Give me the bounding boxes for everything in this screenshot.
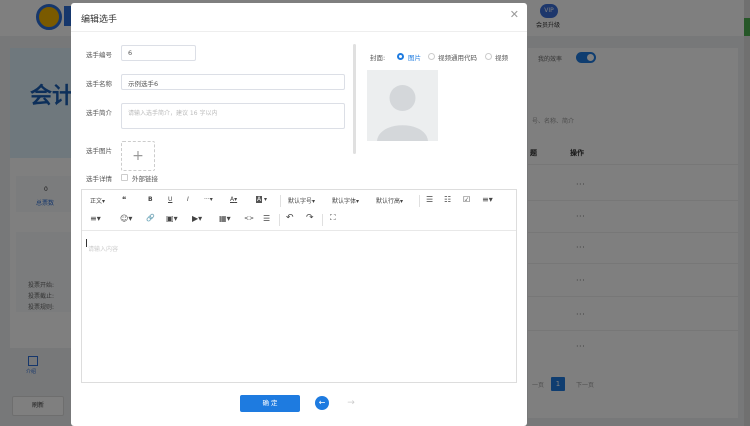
cover-option-image[interactable]: 图片 — [408, 52, 421, 62]
intro-textarea[interactable]: 请输入选手简介，建议 16 字以内 — [121, 103, 345, 129]
name-input[interactable]: 示例选手6 — [121, 74, 345, 90]
todo-list-icon[interactable]: ☑ — [463, 195, 470, 204]
form-scrollbar[interactable] — [353, 44, 356, 154]
divider-icon[interactable]: ☰ — [263, 214, 270, 223]
link-icon[interactable]: 🔗 — [146, 214, 155, 222]
number-input[interactable]: 6 — [121, 45, 196, 61]
modal-header-divider — [71, 31, 527, 32]
external-link-label[interactable]: 外部链接 — [132, 173, 158, 183]
editor-placeholder[interactable]: 请输入内容 — [88, 244, 118, 253]
align-dropdown-icon[interactable]: ≡▾ — [482, 195, 493, 204]
video-icon[interactable]: ▶▾ — [192, 214, 202, 223]
cover-option-video[interactable]: 视频 — [495, 52, 508, 62]
user-silhouette-icon — [377, 85, 428, 141]
avatar-placeholder[interactable] — [367, 70, 438, 141]
fullscreen-icon[interactable]: ⛶ — [330, 213, 336, 223]
cover-option-video-code[interactable]: 视频通用代码 — [438, 52, 477, 62]
cover-radio-image[interactable] — [397, 53, 404, 60]
toolbar-separator — [280, 195, 281, 207]
bold-icon[interactable]: B — [148, 196, 153, 203]
cover-radio-video-code[interactable] — [428, 53, 435, 60]
font-color-icon[interactable]: A▾ — [230, 196, 237, 203]
background-color-icon[interactable]: A — [256, 196, 263, 203]
image-label: 选手图片 — [86, 147, 112, 155]
rich-text-editor[interactable]: 正文▾ ❝ B U I ···▾ A▾ A ▾ 默认字号▾ 默认字体▾ 默认行高▾… — [81, 189, 517, 383]
numbered-list-icon[interactable]: ☷ — [444, 195, 451, 204]
plus-icon: + — [132, 148, 144, 164]
intro-label: 选手简介 — [86, 109, 112, 117]
toolbar-separator — [419, 195, 420, 207]
editor-toolbar-row-2: ≡▾ ☺▾ 🔗 ▣▾ ▶▾ ▦▾ <> ☰ ↶ ↷ ⛶ — [82, 210, 516, 230]
name-label: 选手名称 — [86, 80, 112, 88]
redo-icon[interactable]: ↷ — [306, 213, 314, 223]
image-upload-button[interactable]: + — [121, 141, 155, 171]
font-family-dropdown[interactable]: 默认字体▾ — [332, 196, 359, 205]
toolbar-separator — [279, 214, 280, 226]
close-icon[interactable]: ✕ — [510, 9, 519, 21]
emoji-icon[interactable]: ☺▾ — [120, 214, 132, 223]
editor-toolbar-divider — [82, 230, 516, 231]
underline-icon[interactable]: U — [168, 196, 172, 203]
edit-contestant-modal: 编辑选手 ✕ 选手编号 6 选手名称 示例选手6 选手简介 请输入选手简介，建议… — [71, 3, 527, 426]
cover-label: 封面: — [370, 54, 386, 62]
line-height-dropdown[interactable]: 默认行高▾ — [376, 196, 403, 205]
cover-radio-video[interactable] — [485, 53, 492, 60]
bullet-list-icon[interactable]: ☰ — [426, 195, 433, 204]
paragraph-format-dropdown[interactable]: 正文▾ — [90, 196, 105, 205]
external-link-checkbox[interactable] — [121, 174, 128, 181]
quote-icon[interactable]: ❝ — [122, 195, 126, 204]
confirm-button[interactable]: 确 定 — [240, 395, 300, 412]
code-icon[interactable]: <> — [244, 215, 254, 222]
font-size-dropdown[interactable]: 默认字号▾ — [288, 196, 315, 205]
modal-title: 编辑选手 — [81, 15, 118, 25]
arrow-left-icon[interactable]: ← — [315, 396, 329, 410]
detail-label: 选手详情 — [86, 175, 112, 183]
number-label: 选手编号 — [86, 51, 112, 59]
indent-dropdown-icon[interactable]: ≡▾ — [90, 214, 101, 223]
undo-icon[interactable]: ↶ — [286, 213, 294, 223]
more-format-dropdown[interactable]: ···▾ — [204, 196, 213, 203]
image-icon[interactable]: ▣▾ — [166, 214, 178, 223]
editor-toolbar-row-1: 正文▾ ❝ B U I ···▾ A▾ A ▾ 默认字号▾ 默认字体▾ 默认行高▾… — [90, 195, 493, 207]
toolbar-separator — [322, 214, 323, 226]
arrow-right-icon[interactable]: → — [344, 396, 358, 410]
table-icon[interactable]: ▦▾ — [219, 214, 231, 223]
text-caret — [86, 239, 87, 247]
italic-icon[interactable]: I — [187, 196, 189, 203]
